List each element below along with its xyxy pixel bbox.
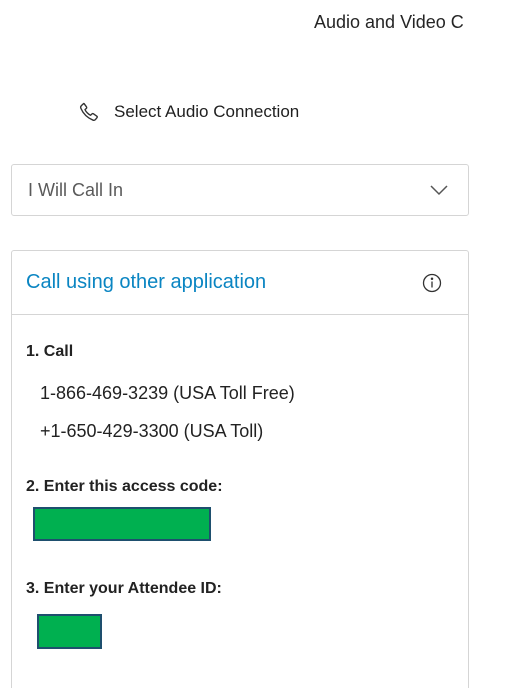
info-icon[interactable] [420, 271, 444, 295]
call-in-panel-header: Call using other application [12, 251, 468, 315]
step-2-label: 2. Enter this access code: [26, 478, 223, 495]
toll-number: +1-650-429-3300 (USA Toll) [40, 421, 264, 441]
audio-connection-label: Select Audio Connection [114, 102, 300, 121]
attendee-id-redacted [37, 614, 102, 649]
step-3-label: 3. Enter your Attendee ID: [26, 580, 222, 597]
toll-free-number: 1-866-469-3239 (USA Toll Free) [40, 383, 295, 403]
window-title: Audio and Video C [314, 12, 464, 32]
audio-video-connection-page: Audio and Video C Select Audio Connectio… [0, 0, 515, 688]
chevron-down-icon [428, 179, 450, 201]
audio-connection-header: Select Audio Connection [76, 98, 299, 126]
call-in-panel: Call using other application 1. Call 1-8… [11, 250, 469, 688]
phone-icon [76, 99, 102, 125]
audio-connection-select-value: I Will Call In [28, 179, 124, 200]
audio-connection-select[interactable]: I Will Call In [11, 164, 469, 216]
step-1-label: 1. Call [26, 343, 74, 360]
access-code-redacted [33, 507, 211, 541]
panel-title: Call using other application [26, 271, 267, 293]
